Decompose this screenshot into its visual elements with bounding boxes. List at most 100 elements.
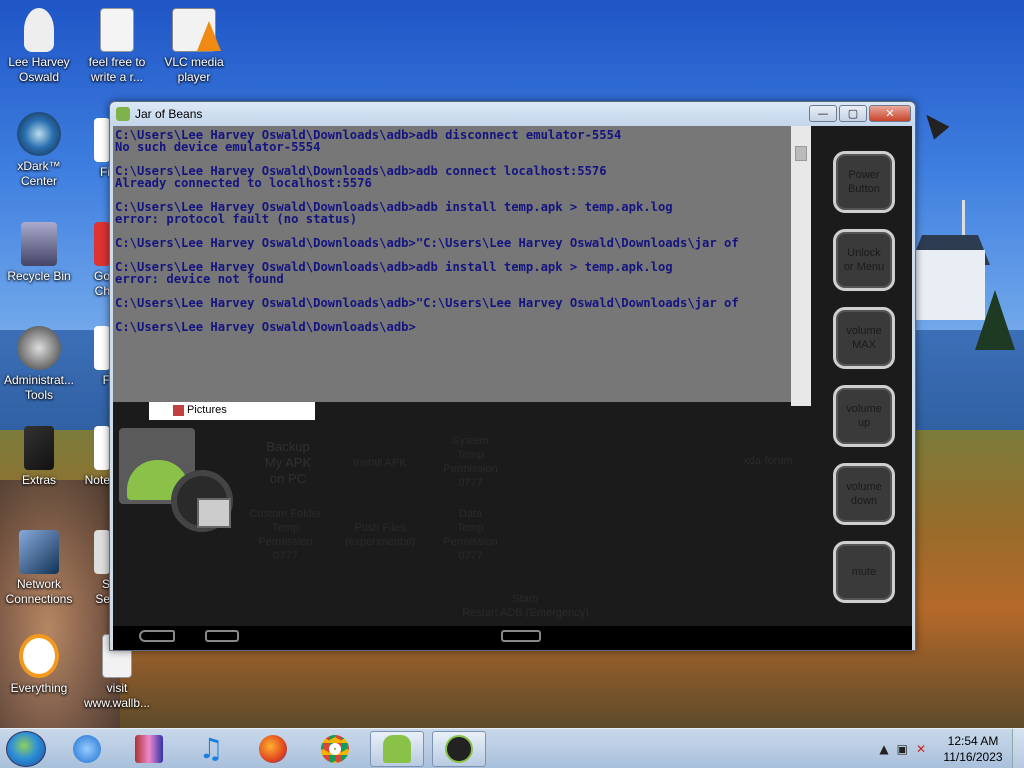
taskbar-firefox[interactable] [246, 731, 300, 767]
power-button-label: Power Button [848, 169, 880, 195]
desktop-icon-label: Recycle Bin [7, 269, 71, 283]
desktop-icon-extras[interactable]: Extras [0, 426, 78, 488]
chrome-shortcut-icon [94, 222, 110, 266]
settings-icon [94, 530, 110, 574]
firefox-icon [259, 735, 287, 763]
restart-adb-button[interactable]: Start/ Restart ADB (Emergency) [453, 592, 598, 620]
winrar-icon [135, 735, 163, 763]
internet-explorer-icon [73, 735, 101, 763]
desktop-icon-label: F [102, 373, 110, 387]
window-controls: — ▢ ✕ [809, 105, 911, 122]
show-desktop-button[interactable] [1012, 729, 1024, 768]
desktop-icon-feel-free[interactable]: feel free to write a r... [78, 8, 156, 85]
desktop-icon-label: feel free to write a r... [88, 55, 146, 84]
volume-muted-icon[interactable]: ✕ [916, 742, 926, 756]
desktop-icon-fi[interactable]: Fi [78, 118, 110, 180]
desktop-icon-lee-harvey-oswald[interactable]: Lee Harvey Oswald [0, 8, 78, 85]
desktop-icon-s-se[interactable]: S Se [78, 530, 110, 607]
desktop-icon-label: Administrat... Tools [3, 373, 75, 402]
desktop-icon-everything[interactable]: Everything [0, 634, 78, 696]
vlc-icon [172, 8, 221, 52]
taskbar-jar-of-beans[interactable] [370, 731, 424, 767]
install-apk-button[interactable]: Install APK [345, 456, 415, 470]
data-temp-permission-button[interactable]: Data Temp Permission 0777 [438, 507, 503, 563]
power-button[interactable]: Power Button [833, 151, 895, 213]
itunes-icon: ♫ [198, 732, 224, 765]
desktop-icon-f[interactable]: F [78, 326, 110, 388]
desktop-icon-vlc[interactable]: VLC media player [155, 8, 233, 85]
xdark-center-icon [17, 112, 61, 156]
desktop-icon-label: Lee Harvey Oswald [8, 55, 70, 84]
system-temp-permission-button[interactable]: System Temp Permission 0777 [438, 434, 503, 490]
user-folder-icon [24, 8, 54, 52]
desktop-icon-label: Fi [100, 165, 110, 179]
taskbar: ♫ ▲ ▣ ✕ 12:54 AM 11/16/2023 [0, 728, 1024, 768]
explorer-pictures-item[interactable]: Pictures [149, 402, 315, 420]
taskbar-internet-explorer[interactable] [60, 731, 114, 767]
desktop-icon-label: Go Ch [93, 269, 110, 298]
desktop-icon-note[interactable]: Note [78, 426, 110, 488]
push-files-button[interactable]: Push Files (experimental) [335, 521, 425, 549]
emulator-app-area: C:\Users\Lee Harvey Oswald\Downloads\adb… [113, 126, 912, 626]
mute-button[interactable]: mute [833, 541, 895, 603]
scrollbar-thumb[interactable] [795, 146, 807, 161]
unlock-menu-label: Unlock or Menu [843, 247, 885, 273]
terminal-box-icon [197, 498, 231, 528]
taskbar-chrome[interactable] [308, 731, 362, 767]
taskbar-winrar[interactable] [122, 731, 176, 767]
volume-up-button[interactable]: volume up [833, 385, 895, 447]
everything-search-icon [19, 634, 59, 678]
desktop-icon-recycle-bin[interactable]: Recycle Bin [0, 222, 78, 284]
back-nav-icon[interactable] [139, 630, 175, 642]
window-titlebar[interactable]: Jar of Beans [110, 102, 915, 126]
unlock-menu-button[interactable]: Unlock or Menu [833, 229, 895, 291]
desktop-icon-go-ch[interactable]: Go Ch [78, 222, 110, 299]
volume-down-button[interactable]: volume down [833, 463, 895, 525]
taskbar-itunes[interactable]: ♫ [184, 731, 238, 767]
maximize-button[interactable]: ▢ [839, 105, 867, 122]
android-nav-bar [113, 626, 912, 650]
mute-label: mute [851, 566, 877, 578]
minimize-button[interactable]: — [809, 105, 837, 122]
jar-of-beans-window: Jar of Beans — ▢ ✕ C:\Users\Lee Harvey O… [109, 101, 916, 651]
desktop-icon-label: Extras [21, 473, 56, 487]
taskbar-android-terminal[interactable] [432, 731, 486, 767]
console-line: C:\Users\Lee Harvey Oswald\Downloads\adb… [115, 320, 416, 334]
start-button[interactable] [6, 731, 46, 767]
desktop-icon-admin-tools[interactable]: Administrat... Tools [0, 326, 78, 403]
desktop-icon-label: visit www.wallb... [83, 681, 151, 710]
desktop-icon-label: S Se [95, 577, 110, 606]
backup-apk-button[interactable]: Backup My APK on PC [253, 439, 323, 487]
window-title: Jar of Beans [135, 107, 203, 121]
home-nav-icon[interactable] [501, 630, 541, 642]
jar-of-beans-app-icon [116, 107, 130, 121]
console-line: Already connected to localhost:5576 [115, 176, 372, 190]
xda-forum-link[interactable]: xda-forum [733, 454, 803, 468]
clock-time: 12:54 AM [947, 734, 999, 748]
desktop-icon-label: Note [84, 473, 110, 487]
desktop-icon-label: xDark™ Center [17, 159, 61, 188]
clock-date: 11/16/2023 [943, 750, 1003, 764]
tray-overflow-icon[interactable]: ▲ [879, 742, 888, 756]
chrome-icon [321, 735, 349, 763]
system-tray: ▲ ▣ ✕ 12:54 AM 11/16/2023 [879, 729, 1024, 768]
console-scrollbar[interactable] [791, 126, 811, 406]
clock[interactable]: 12:54 AM 11/16/2023 [934, 733, 1012, 765]
desktop-icon-network-connections[interactable]: Network Connections [0, 530, 78, 607]
file-icon [94, 326, 110, 370]
console-output: C:\Users\Lee Harvey Oswald\Downloads\adb… [113, 126, 791, 336]
wallpaper-house [915, 250, 985, 320]
desktop-icon-label: VLC media player [164, 55, 224, 84]
recents-nav-icon[interactable] [205, 630, 239, 642]
desktop-icon-xdark-center[interactable]: xDark™ Center [0, 112, 78, 189]
custom-folder-permission-button[interactable]: Custom Folder Temp Permission 0777 [243, 507, 328, 563]
volume-max-button[interactable]: volume MAX [833, 307, 895, 369]
command-prompt-console[interactable]: C:\Users\Lee Harvey Oswald\Downloads\adb… [113, 126, 791, 402]
close-button[interactable]: ✕ [869, 105, 911, 122]
desktop-icon-label: Everything [10, 681, 68, 695]
network-tray-icon[interactable]: ▣ [897, 742, 908, 756]
desktop-icon-label: Network Connections [5, 577, 73, 606]
text-document-icon [100, 8, 134, 52]
console-line: C:\Users\Lee Harvey Oswald\Downloads\adb… [115, 296, 739, 310]
volume-max-label: volume MAX [846, 325, 882, 351]
